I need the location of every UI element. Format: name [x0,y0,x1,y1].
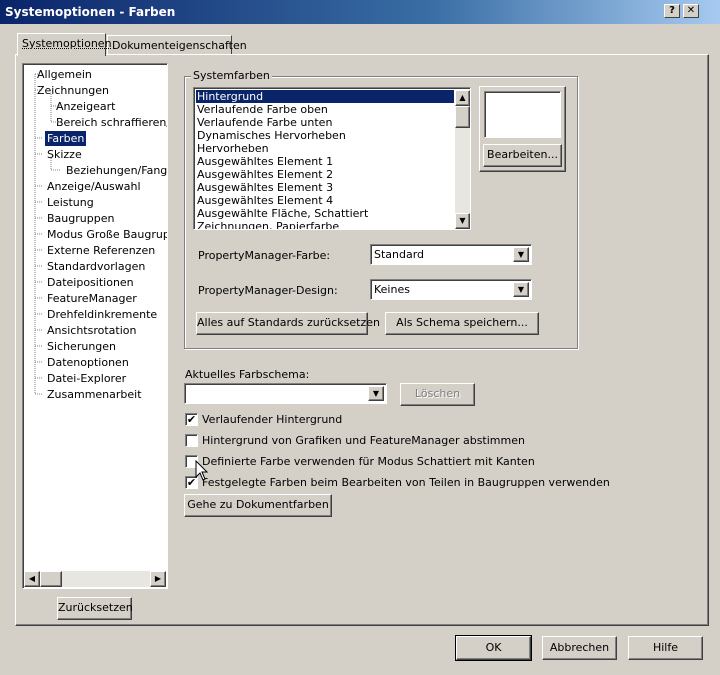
help-button[interactable]: Hilfe [628,636,703,660]
scroll-up-icon[interactable]: ▲ [455,90,470,106]
scroll-thumb[interactable] [40,571,62,587]
tree-item-beziehungen-fangen[interactable]: Beziehungen/Fangen [64,163,167,178]
delete-scheme-button[interactable]: Löschen [400,383,475,406]
delete-scheme-label: Löschen [414,387,461,400]
window-title: Systemoptionen - Farben [5,5,176,19]
color-preview-swatch [484,91,561,138]
match-background-label[interactable]: Hintergrund von Grafiken und FeatureMana… [202,434,525,447]
systemfarben-legend: Systemfarben [191,69,272,82]
gradient-background-checkbox[interactable]: ✔ [185,413,198,426]
reset-button[interactable]: Zurücksetzen [57,597,133,620]
help-label: Hilfe [652,641,679,654]
scroll-right-icon[interactable]: ▶ [150,571,166,587]
ok-label: OK [485,641,502,654]
list-item[interactable]: Ausgewähltes Element 3 [196,181,334,194]
reset-all-button[interactable]: Alles auf Standards zurücksetzen [196,312,380,335]
pm-design-select[interactable]: Keines ▼ [370,279,532,300]
edit-color-label: Bearbeiten... [487,148,558,161]
list-item[interactable]: Ausgewähltes Element 1 [196,155,334,168]
pm-color-label: PropertyManager-Farbe: [198,249,331,262]
gradient-background-label[interactable]: Verlaufender Hintergrund [202,413,342,426]
save-scheme-label: Als Schema speichern... [396,316,528,329]
system-colors-list[interactable]: Hintergrund Verlaufende Farbe oben Verla… [193,87,471,230]
list-item[interactable]: Ausgewähltes Element 4 [196,194,334,207]
tab-systemoptionen[interactable]: Systemoptionen [17,33,112,56]
list-item[interactable]: Zeichnungen, Papierfarbe [196,220,340,229]
list-item[interactable]: Dynamisches Hervorheben [196,129,347,142]
scroll-left-icon[interactable]: ◀ [24,571,40,587]
list-item[interactable]: Ausgewähltes Element 2 [196,168,334,181]
ok-button[interactable]: OK [455,635,532,661]
color-scheme-label: Aktuelles Farbschema: [185,368,310,381]
goto-document-colors-label: Gehe zu Dokumentfarben [187,498,329,511]
cancel-label: Abbrechen [549,641,610,654]
chevron-down-icon[interactable]: ▼ [368,386,384,401]
save-scheme-button[interactable]: Als Schema speichern... [385,312,539,335]
pm-color-value: Standard [374,248,425,261]
cancel-button[interactable]: Abbrechen [542,636,617,660]
match-background-checkbox[interactable] [185,434,198,447]
list-item-hintergrund[interactable]: Hintergrund [196,90,454,103]
assembly-edit-colors-label[interactable]: Festgelegte Farben beim Bearbeiten von T… [202,476,610,489]
color-list-scrollbar[interactable]: ▲ ▼ [455,90,470,229]
shaded-edges-color-label[interactable]: Definierte Farbe verwenden für Modus Sch… [202,455,535,468]
reset-button-label: Zurücksetzen [58,601,133,614]
pm-design-value: Keines [374,283,410,296]
options-tree[interactable]: Allgemein Zeichnungen Anzeigeart Bereich… [22,63,168,589]
close-icon[interactable]: ✕ [683,4,699,18]
tree-item-bereich-schraffieren[interactable]: Bereich schraffieren/ [54,115,167,130]
color-preview-panel: Bearbeiten... [479,86,566,172]
chevron-down-icon[interactable]: ▼ [513,247,529,262]
list-item[interactable]: Verlaufende Farbe oben [196,103,329,116]
list-item[interactable]: Hervorheben [196,142,270,155]
mouse-cursor-icon [195,460,209,481]
scroll-down-icon[interactable]: ▼ [455,213,470,229]
list-item[interactable]: Verlaufende Farbe unten [196,116,333,129]
pm-color-select[interactable]: Standard ▼ [370,244,532,265]
scroll-thumb[interactable] [455,106,470,128]
tab-label: Dokumenteigenschaften [112,39,247,52]
chevron-down-icon[interactable]: ▼ [513,282,529,297]
goto-document-colors-button[interactable]: Gehe zu Dokumentfarben [184,494,332,517]
list-item[interactable]: Ausgewählte Fläche, Schattiert [196,207,369,220]
reset-all-label: Alles auf Standards zurücksetzen [197,316,380,329]
edit-color-button[interactable]: Bearbeiten... [483,144,562,167]
help-icon[interactable]: ? [664,4,680,18]
tab-dokumenteigenschaften[interactable]: Dokumenteigenschaften [107,35,247,54]
tree-horizontal-scrollbar[interactable]: ◀ ▶ [24,571,166,587]
color-scheme-select[interactable]: ▼ [184,383,387,404]
tab-label: Systemoptionen [22,37,112,50]
pm-design-label: PropertyManager-Design: [198,284,338,297]
tree-lines [34,73,61,395]
title-bar: Systemoptionen - Farben ? ✕ [0,0,720,24]
